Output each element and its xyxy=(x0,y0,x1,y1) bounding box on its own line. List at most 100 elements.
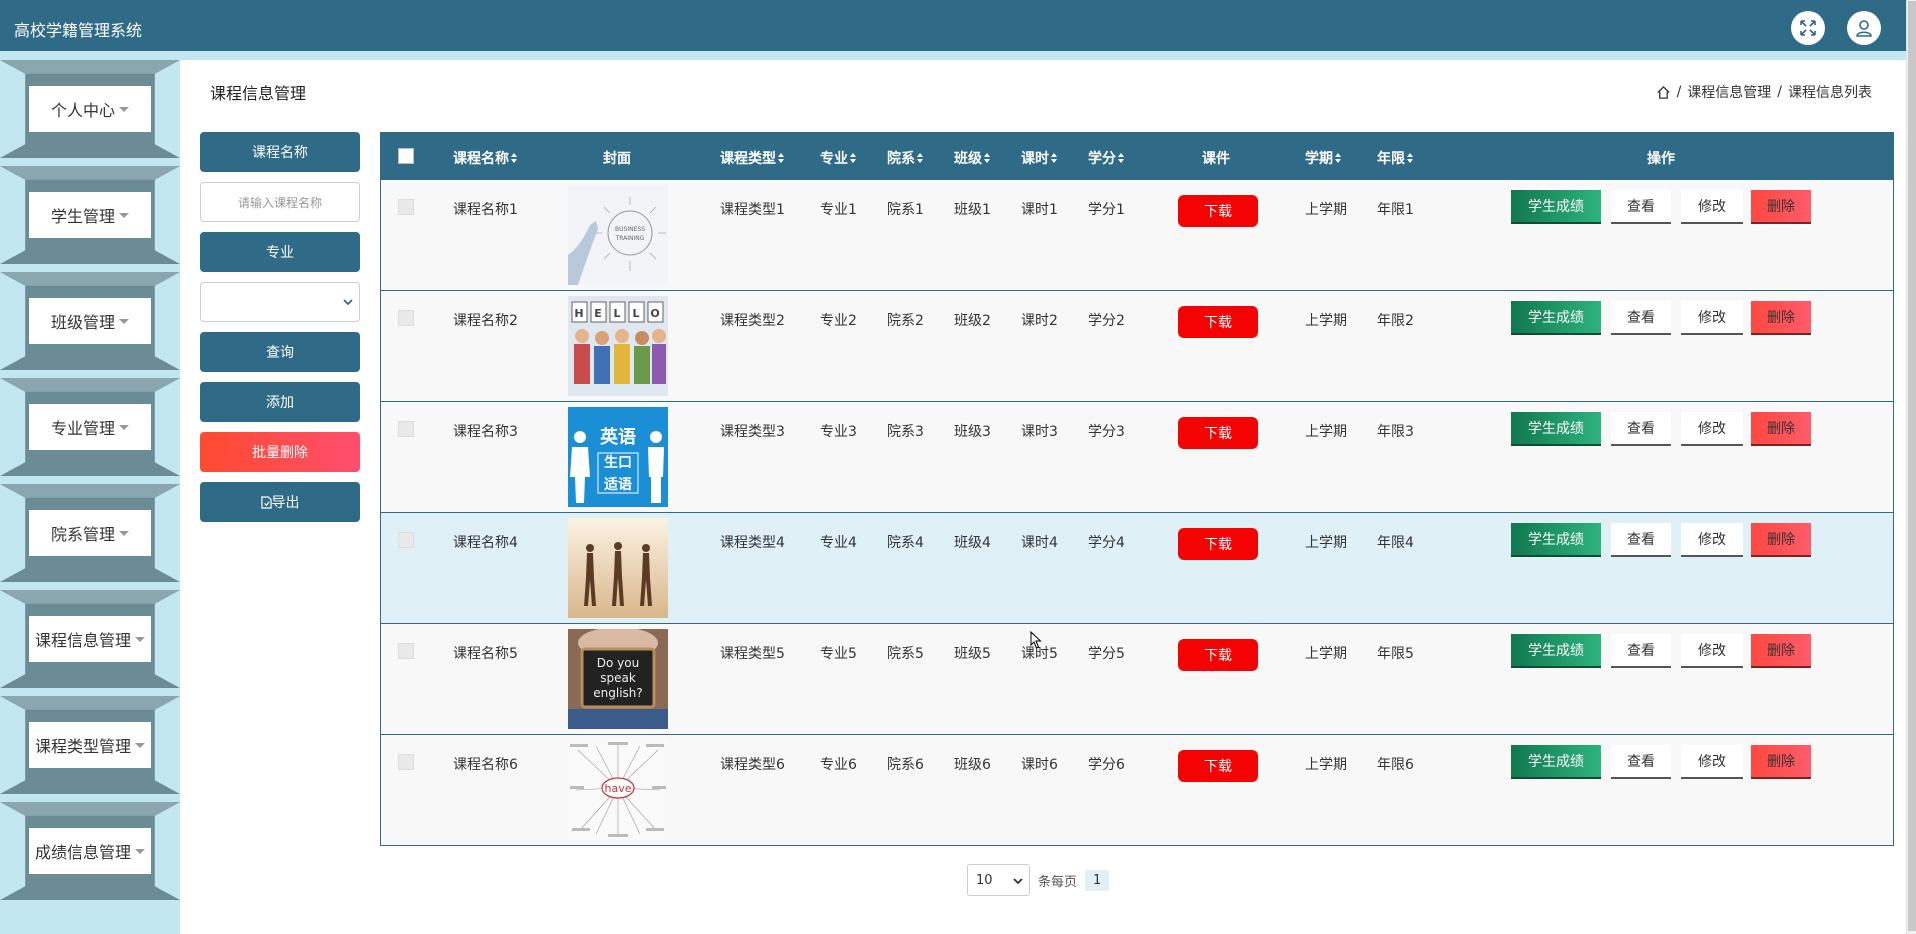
delete-button[interactable]: 删除 xyxy=(1751,523,1811,557)
header-class[interactable]: 班级 xyxy=(954,148,991,168)
breadcrumb-separator: / xyxy=(1676,84,1682,100)
header-semester[interactable]: 学期 xyxy=(1305,148,1342,168)
delete-button[interactable]: 删除 xyxy=(1751,190,1811,224)
sort-icon xyxy=(778,153,785,164)
edit-button[interactable]: 修改 xyxy=(1681,412,1743,446)
course-cover-image[interactable]: have xyxy=(568,740,668,840)
sidebar-item-course-info[interactable]: 课程信息管理 xyxy=(0,590,180,694)
sidebar-item-course-types[interactable]: 课程类型管理 xyxy=(0,696,180,800)
sidebar-item-personal-center[interactable]: 个人中心 xyxy=(0,60,180,164)
query-button[interactable]: 查询 xyxy=(200,332,360,372)
sidebar-item-students[interactable]: 学生管理 xyxy=(0,166,180,270)
sidebar-item-grades[interactable]: 成绩信息管理 xyxy=(0,802,180,906)
student-score-button[interactable]: 学生成绩 xyxy=(1511,412,1601,446)
hours: 课时4 xyxy=(1021,535,1058,551)
download-button[interactable]: 下载 xyxy=(1178,306,1258,338)
download-button[interactable]: 下载 xyxy=(1178,528,1258,560)
header-course-name[interactable]: 课程名称 xyxy=(453,148,518,168)
download-button[interactable]: 下载 xyxy=(1178,639,1258,671)
edit-button[interactable]: 修改 xyxy=(1681,634,1743,668)
student-score-button[interactable]: 学生成绩 xyxy=(1511,301,1601,335)
student-score-button[interactable]: 学生成绩 xyxy=(1511,634,1601,668)
semester: 上学期 xyxy=(1305,535,1347,551)
student-score-button[interactable]: 学生成绩 xyxy=(1511,190,1601,224)
header-credit[interactable]: 学分 xyxy=(1088,148,1125,168)
home-icon[interactable] xyxy=(1656,85,1671,100)
sidebar-item-classes[interactable]: 班级管理 xyxy=(0,272,180,376)
header-major[interactable]: 专业 xyxy=(820,148,857,168)
row-checkbox[interactable] xyxy=(398,532,414,548)
select-all-checkbox[interactable] xyxy=(398,148,414,164)
row-checkbox[interactable] xyxy=(398,310,414,326)
course-cover-image[interactable]: H E L L O xyxy=(568,296,668,396)
student-score-button[interactable]: 学生成绩 xyxy=(1511,523,1601,557)
page-size-select[interactable]: 10 xyxy=(967,864,1030,896)
class: 班级6 xyxy=(954,757,991,773)
header-department[interactable]: 院系 xyxy=(887,148,924,168)
edit-button[interactable]: 修改 xyxy=(1681,301,1743,335)
course-table: 课程名称 封面 课程类型 专业 院系 班级 课时 学分 课件 学期 年限 操作 … xyxy=(380,132,1894,846)
download-button[interactable]: 下载 xyxy=(1178,417,1258,449)
course-cover-image[interactable]: Do you speak english? xyxy=(568,629,668,729)
svg-text:L: L xyxy=(632,307,639,320)
export-button[interactable]: 导出 xyxy=(200,482,360,522)
view-button[interactable]: 查看 xyxy=(1611,190,1671,224)
course-cover-image[interactable]: BUSINESS TRAINING xyxy=(568,185,668,285)
header-years[interactable]: 年限 xyxy=(1377,148,1414,168)
sidebar-item-label: 院系管理 xyxy=(50,525,115,544)
class: 班级5 xyxy=(954,646,991,662)
add-button[interactable]: 添加 xyxy=(200,382,360,422)
class: 班级3 xyxy=(954,424,991,440)
hours: 课时3 xyxy=(1021,424,1058,440)
credit: 学分2 xyxy=(1088,313,1125,329)
header-course-type[interactable]: 课程类型 xyxy=(720,148,785,168)
download-button[interactable]: 下载 xyxy=(1178,750,1258,782)
svg-text:适语: 适语 xyxy=(604,476,632,493)
course-name: 课程名称2 xyxy=(453,313,518,329)
view-button[interactable]: 查看 xyxy=(1611,634,1671,668)
view-button[interactable]: 查看 xyxy=(1611,745,1671,779)
major-select[interactable] xyxy=(200,282,360,322)
view-button[interactable]: 查看 xyxy=(1611,412,1671,446)
class: 班级4 xyxy=(954,535,991,551)
sidebar-item-departments[interactable]: 院系管理 xyxy=(0,484,180,588)
course-name-input[interactable]: 请输入课程名称 xyxy=(200,182,360,222)
breadcrumb-item[interactable]: 课程信息管理 xyxy=(1687,82,1771,102)
delete-button[interactable]: 删除 xyxy=(1751,745,1811,779)
edit-button[interactable]: 修改 xyxy=(1681,190,1743,224)
course-cover-image[interactable]: 英语 生口 适语 xyxy=(568,407,668,507)
delete-button[interactable]: 删除 xyxy=(1751,634,1811,668)
fullscreen-icon[interactable] xyxy=(1791,11,1825,45)
hours: 课时6 xyxy=(1021,757,1058,773)
department: 院系1 xyxy=(887,202,924,218)
svg-text:E: E xyxy=(594,307,602,320)
course-cover-image[interactable] xyxy=(568,518,668,618)
row-checkbox[interactable] xyxy=(398,199,414,215)
delete-button[interactable]: 删除 xyxy=(1751,412,1811,446)
batch-delete-button[interactable]: 批量删除 xyxy=(200,432,360,472)
page-number-current[interactable]: 1 xyxy=(1085,869,1110,891)
download-button[interactable]: 下载 xyxy=(1178,195,1258,227)
student-score-button[interactable]: 学生成绩 xyxy=(1511,745,1601,779)
row-checkbox[interactable] xyxy=(398,421,414,437)
delete-button[interactable]: 删除 xyxy=(1751,301,1811,335)
table-header: 课程名称 封面 课程类型 专业 院系 班级 课时 学分 课件 学期 年限 操作 xyxy=(381,133,1893,179)
edit-button[interactable]: 修改 xyxy=(1681,523,1743,557)
caret-down-icon xyxy=(119,530,129,536)
breadcrumb: / 课程信息管理 / 课程信息列表 xyxy=(1656,82,1872,102)
course-name: 课程名称1 xyxy=(453,202,518,218)
major: 专业4 xyxy=(820,535,857,551)
row-checkbox[interactable] xyxy=(398,643,414,659)
header-hours[interactable]: 课时 xyxy=(1021,148,1058,168)
view-button[interactable]: 查看 xyxy=(1611,301,1671,335)
page-scrollbar[interactable] xyxy=(1906,0,1916,934)
years: 年限1 xyxy=(1377,202,1414,218)
user-icon[interactable] xyxy=(1847,11,1881,45)
row-checkbox[interactable] xyxy=(398,754,414,770)
svg-text:O: O xyxy=(650,307,659,320)
view-button[interactable]: 查看 xyxy=(1611,523,1671,557)
table-row: 课程名称1 BUSINESS TRAINING 课程类型1 专业1 院系1 班级… xyxy=(381,179,1893,290)
department: 院系4 xyxy=(887,535,924,551)
edit-button[interactable]: 修改 xyxy=(1681,745,1743,779)
sidebar-item-majors[interactable]: 专业管理 xyxy=(0,378,180,482)
